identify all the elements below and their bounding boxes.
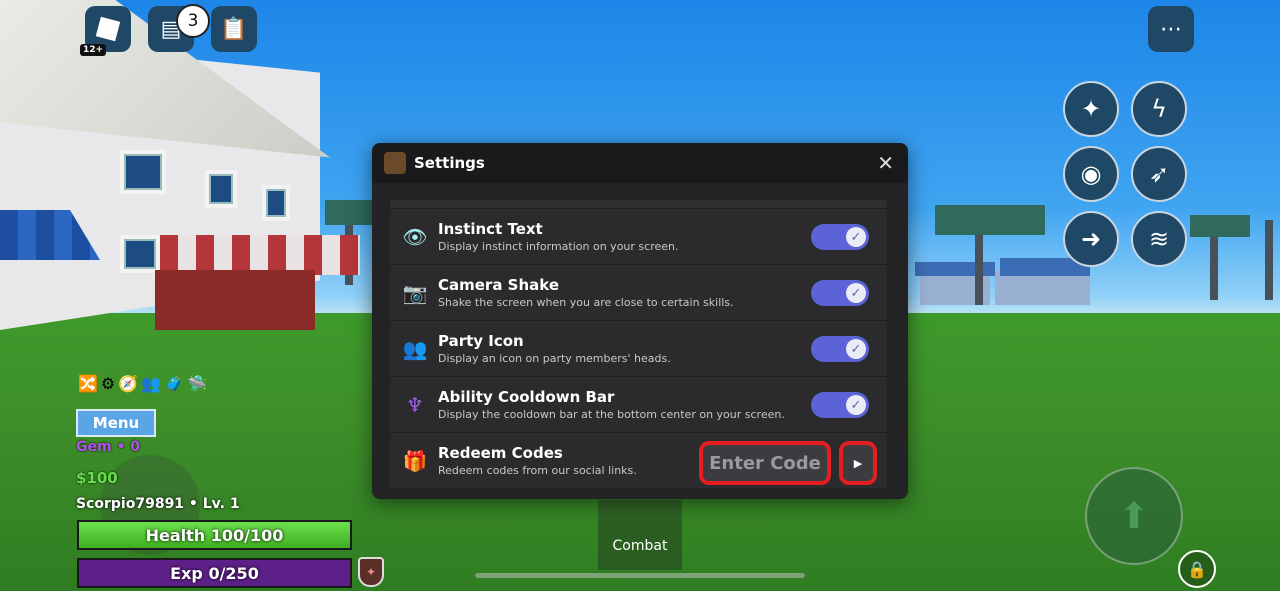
- clipboard-icon: 📋: [220, 16, 248, 42]
- setting-title: Instinct Text: [438, 219, 543, 238]
- setting-title: Ability Cooldown Bar: [438, 387, 615, 406]
- eye-icon: 👁: [402, 224, 428, 249]
- eye-icon: ◉: [1080, 160, 1102, 188]
- setting-description: Redeem codes from our social links.: [438, 463, 637, 477]
- check-icon: ✓: [846, 339, 866, 359]
- setting-title: Camera Shake: [438, 275, 560, 294]
- sparkle-icon: ✦: [1080, 95, 1102, 123]
- setting-description: Display the cooldown bar at the bottom c…: [438, 407, 785, 421]
- check-icon: ✓: [846, 395, 866, 415]
- party-icon: 👥: [402, 336, 428, 361]
- lightning-skill-button[interactable]: ϟ: [1131, 81, 1187, 137]
- setting-description: Display instinct information on your scr…: [438, 239, 679, 253]
- up-arrow-icon: ⬆: [1118, 495, 1150, 537]
- menu-button[interactable]: Menu: [76, 409, 156, 437]
- dash-icon: ➶: [1148, 160, 1170, 188]
- setting-row-camera-shake: 📷 Camera Shake Shake the screen when you…: [390, 264, 887, 320]
- gift-icon: 🎁: [402, 448, 428, 473]
- check-icon: ✓: [846, 227, 866, 247]
- setting-row-instinct-text: 👁 Instinct Text Display instinct informa…: [390, 208, 887, 264]
- notification-badge: 3: [176, 4, 210, 38]
- sparkle-skill-button[interactable]: ✦: [1063, 81, 1119, 137]
- settings-title: Settings: [414, 154, 485, 172]
- status-icons: 🔀 ⚙ 🧭 👥 🧳 🛸: [78, 374, 207, 393]
- setting-description: Display an icon on party members' heads.: [438, 351, 671, 365]
- jump-button[interactable]: ⬆: [1085, 467, 1183, 565]
- ability-cooldown-bar-toggle[interactable]: ✓: [811, 392, 869, 418]
- money-counter: $100: [76, 469, 118, 487]
- party-icon-toggle[interactable]: ✓: [811, 336, 869, 362]
- redeem-code-input[interactable]: Enter Code: [699, 441, 831, 485]
- ship-icon: 🛸: [187, 374, 207, 393]
- setting-row-party-icon: 👥 Party Icon Display an icon on party me…: [390, 320, 887, 376]
- combat-slot[interactable]: Combat: [598, 500, 682, 570]
- list-top-strip: [390, 200, 887, 208]
- tornado-icon: ≋: [1148, 225, 1170, 253]
- instinct-text-toggle[interactable]: ✓: [811, 224, 869, 250]
- camera-icon: 📷: [402, 280, 428, 305]
- cooldown-line: [475, 573, 805, 578]
- camera-shake-toggle[interactable]: ✓: [811, 280, 869, 306]
- party-icon: 👥: [141, 374, 162, 393]
- compass-icon: 🧭: [118, 374, 139, 393]
- close-button[interactable]: ✕: [877, 151, 894, 175]
- setting-row-ability-cooldown-bar: ♆ Ability Cooldown Bar Display the coold…: [390, 376, 887, 432]
- shift-lock-button[interactable]: 🔒: [1178, 550, 1216, 588]
- exp-bar: Exp 0/250: [77, 558, 352, 588]
- age-rating-badge: 12+: [80, 44, 107, 56]
- settings-logo-icon: [384, 152, 406, 174]
- check-icon: ✓: [846, 283, 866, 303]
- health-bar: Health 100/100: [77, 520, 352, 550]
- arrow-skill-button[interactable]: ➜: [1063, 211, 1119, 267]
- lock-icon: 🔒: [1187, 559, 1207, 579]
- setting-title: Redeem Codes: [438, 443, 563, 462]
- clipboard-button[interactable]: 📋: [211, 6, 257, 52]
- shield-icon[interactable]: ✦: [358, 557, 384, 587]
- player-name-level: Scorpio79891 • Lv. 1: [76, 496, 240, 512]
- fruit-icon: 🔀: [78, 374, 98, 393]
- arrow-icon: ➜: [1080, 225, 1102, 253]
- play-arrow-icon: ▶: [853, 456, 863, 470]
- eye-skill-button[interactable]: ◉: [1063, 146, 1119, 202]
- lightning-icon: ϟ: [1151, 95, 1167, 123]
- setting-description: Shake the screen when you are close to c…: [438, 295, 734, 309]
- settings-list: 👁 Instinct Text Display instinct informa…: [390, 208, 887, 488]
- redeem-submit-button[interactable]: ▶: [839, 441, 877, 485]
- setting-row-redeem-codes: 🎁 Redeem Codes Redeem codes from our soc…: [390, 432, 887, 488]
- gear-icon: ⚙: [100, 374, 116, 393]
- cooldown-icon: ♆: [406, 392, 424, 417]
- tornado-skill-button[interactable]: ≋: [1131, 211, 1187, 267]
- roblox-logo-icon: [95, 16, 121, 42]
- dash-skill-button[interactable]: ➶: [1131, 146, 1187, 202]
- settings-header: Settings ✕: [372, 143, 908, 183]
- setting-title: Party Icon: [438, 331, 524, 350]
- more-icon: ⋯: [1160, 16, 1182, 42]
- inventory-icon: 🧳: [164, 374, 185, 393]
- more-options-button[interactable]: ⋯: [1148, 6, 1194, 52]
- gem-counter: Gem • 0: [76, 439, 141, 455]
